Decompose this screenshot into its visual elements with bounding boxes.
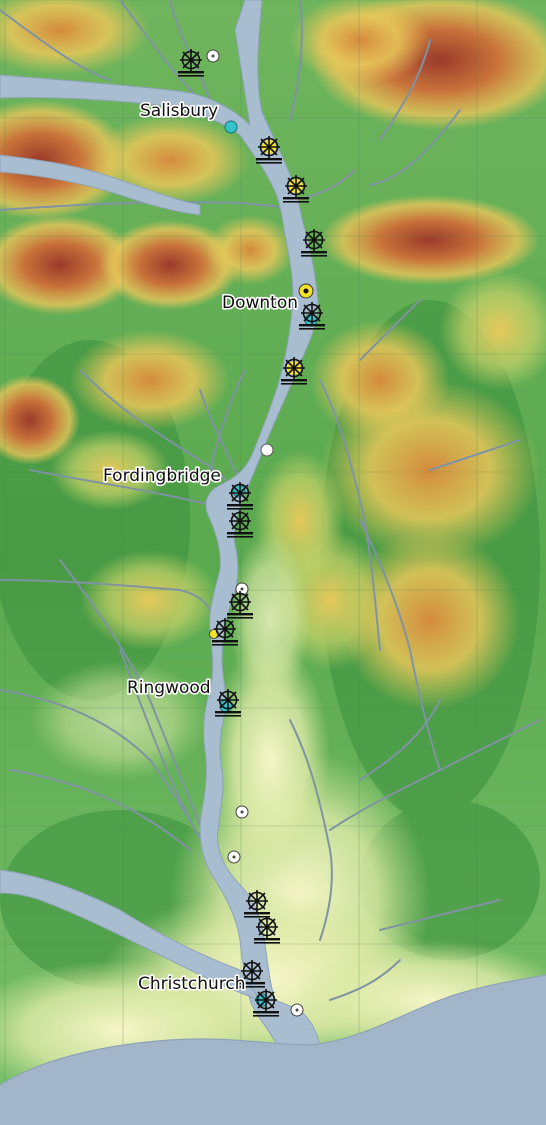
yellow-circle-marker-center: [303, 288, 309, 294]
target-circle-marker[interactable]: [235, 805, 249, 819]
town-label-downton: Downton: [222, 293, 298, 313]
map-view[interactable]: Salisbury Downton Fordingbridge Ringwood…: [0, 0, 546, 1125]
town-label-ringwood: Ringwood: [127, 678, 211, 698]
target-circle-marker[interactable]: [290, 1003, 304, 1017]
target-circle-marker[interactable]: [227, 850, 241, 864]
town-label-salisbury: Salisbury: [140, 101, 218, 121]
white-circle-marker[interactable]: [260, 443, 274, 457]
cyan-circle-marker[interactable]: [224, 120, 238, 134]
town-label-fordingbridge: Fordingbridge: [103, 466, 221, 486]
town-label-christchurch: Christchurch: [138, 974, 246, 994]
terrain-map[interactable]: Salisbury Downton Fordingbridge Ringwood…: [0, 0, 546, 1125]
target-circle-marker[interactable]: [206, 49, 220, 63]
